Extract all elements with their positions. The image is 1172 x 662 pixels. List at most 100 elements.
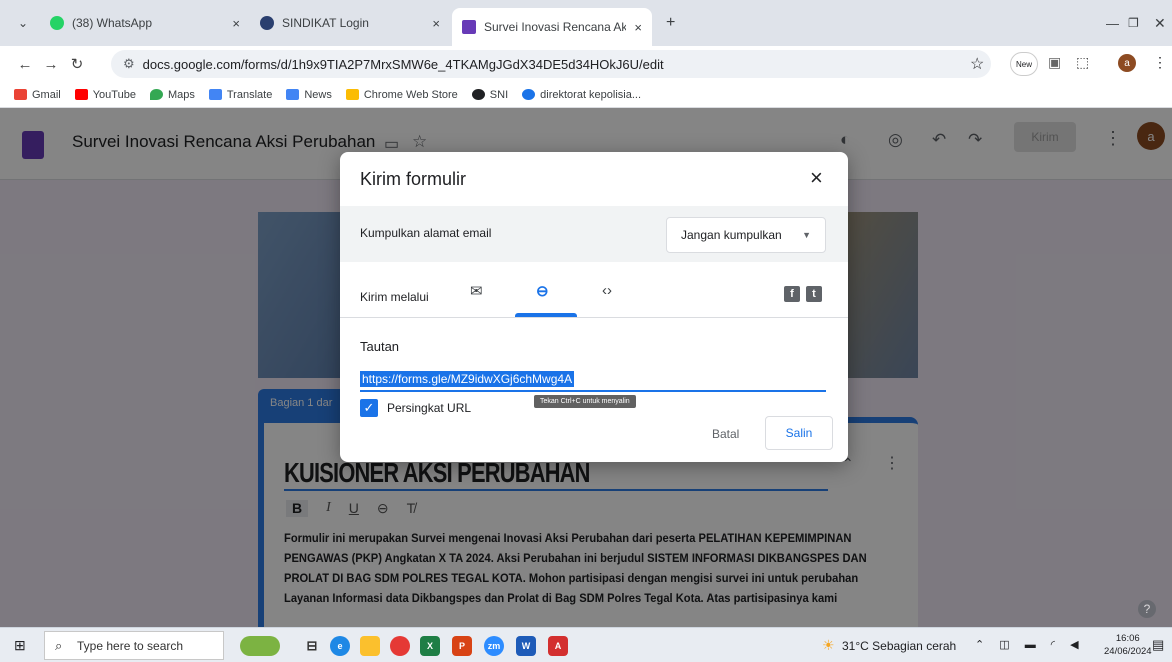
help-icon[interactable]: ? xyxy=(1138,600,1156,618)
globe-icon xyxy=(471,89,485,100)
zoom-icon[interactable]: zm xyxy=(484,636,504,656)
powerpoint-icon[interactable]: P xyxy=(452,636,472,656)
bookmark-label: Maps xyxy=(167,88,195,101)
extension-new-icon[interactable]: New xyxy=(1010,52,1038,76)
bookmark-translate[interactable]: Translate xyxy=(208,88,273,101)
close-icon[interactable]: × xyxy=(810,165,823,191)
tab-survei[interactable]: Survei Inovasi Rencana Aksi Per × xyxy=(452,8,652,46)
site-icon xyxy=(522,89,536,100)
tab-label: (38) WhatsApp xyxy=(72,16,153,30)
taskbar-search-input[interactable]: ⌕ Type here to search xyxy=(44,631,224,660)
collect-email-label: Kumpulkan alamat email xyxy=(360,226,492,240)
link-url-field[interactable]: https://forms.gle/MZ9idwXGj6chMwg4A xyxy=(360,371,575,387)
weather-widget-icon[interactable] xyxy=(240,636,280,656)
link-icon[interactable]: ⊖ xyxy=(536,282,549,300)
windows-taskbar: ⊞ ⌕ Type here to search ⊟ e X P zm W A ☀… xyxy=(0,627,1172,662)
browser-menu-icon[interactable]: ⋮ xyxy=(1153,54,1167,71)
dialog-title: Kirim formulir xyxy=(360,169,466,189)
shorten-url-label: Persingkat URL xyxy=(387,401,472,415)
excel-icon[interactable]: X xyxy=(420,636,440,656)
extensions-puzzle-icon[interactable]: ⬚ xyxy=(1076,54,1089,71)
bookmark-label: Gmail xyxy=(32,88,61,101)
close-window-icon[interactable]: ✕ xyxy=(1144,8,1170,38)
bookmark-star-icon[interactable]: ☆ xyxy=(970,54,984,74)
active-tab-indicator xyxy=(515,313,577,317)
back-icon[interactable]: ← xyxy=(12,56,38,73)
reload-icon[interactable]: ↻ xyxy=(64,55,90,73)
task-view-icon[interactable]: ⊟ xyxy=(302,636,322,656)
cancel-button[interactable]: Batal xyxy=(712,427,739,441)
restore-icon[interactable]: ❐ xyxy=(1118,8,1144,38)
system-tray-icons[interactable]: ⌃ ◫ ▬ ◜ ◀ xyxy=(975,638,1085,651)
maps-icon xyxy=(149,89,163,100)
whatsapp-icon xyxy=(50,16,64,30)
bookmark-label: direktorat kepolisia... xyxy=(540,88,642,101)
youtube-icon xyxy=(74,89,88,100)
forward-icon[interactable]: → xyxy=(38,56,64,73)
close-tab-icon[interactable]: × xyxy=(432,16,440,31)
bookmark-label: Translate xyxy=(226,88,273,101)
bookmark-sni[interactable]: SNI xyxy=(471,88,509,101)
weather-icon: ☀ xyxy=(822,637,835,653)
google-forms-icon xyxy=(462,20,476,34)
search-placeholder: Type here to search xyxy=(77,638,184,653)
send-via-row: Kirim melalui ✉ ⊖ ‹› f t xyxy=(340,262,848,318)
bookmark-label: YouTube xyxy=(92,88,136,101)
bookmark-label: SNI xyxy=(489,88,509,101)
acrobat-icon[interactable]: A xyxy=(548,636,568,656)
bookmark-maps[interactable]: Maps xyxy=(149,88,195,101)
link-field-underline xyxy=(360,390,826,392)
file-explorer-icon[interactable] xyxy=(360,636,380,656)
embed-code-icon[interactable]: ‹› xyxy=(602,282,612,299)
shorten-url-checkbox[interactable]: ✓ xyxy=(360,399,378,417)
edge-icon[interactable]: e xyxy=(330,636,350,656)
send-via-label: Kirim melalui xyxy=(360,290,429,304)
close-tab-icon[interactable]: × xyxy=(232,16,240,31)
word-icon[interactable]: W xyxy=(516,636,536,656)
bookmark-label: Chrome Web Store xyxy=(363,88,458,101)
collect-email-value: Jangan kumpulkan xyxy=(681,228,782,242)
bookmark-chrome-web-store[interactable]: Chrome Web Store xyxy=(345,88,458,101)
clock[interactable]: 16:06 24/06/2024 xyxy=(1104,632,1152,658)
profile-avatar-icon[interactable]: a xyxy=(1118,54,1136,72)
site-info-icon[interactable]: ⚙ xyxy=(123,56,135,72)
collect-email-row: Kumpulkan alamat email Jangan kumpulkan … xyxy=(340,206,848,262)
sindikat-icon xyxy=(260,16,274,30)
clock-date: 24/06/2024 xyxy=(1104,646,1152,657)
clock-time: 16:06 xyxy=(1115,633,1140,644)
copy-tooltip: Tekan Ctrl+C untuk menyalin xyxy=(534,395,636,408)
gmail-icon xyxy=(14,89,27,100)
chrome-web-store-icon xyxy=(345,89,359,100)
bookmark-youtube[interactable]: YouTube xyxy=(74,88,136,101)
new-tab-button[interactable]: + xyxy=(656,8,682,38)
extension-icon[interactable]: ▣ xyxy=(1048,54,1061,71)
browser-toolbar: ← → ↻ ⚙ docs.google.com/forms/d/1h9x9TIA… xyxy=(0,46,1172,82)
email-envelope-icon[interactable]: ✉ xyxy=(470,282,483,300)
bookmark-gmail[interactable]: Gmail xyxy=(14,89,61,101)
collect-email-select[interactable]: Jangan kumpulkan ▼ xyxy=(666,217,826,253)
copy-button[interactable]: Salin xyxy=(765,416,833,450)
bookmarks-bar: Gmail YouTube Maps Translate News Chrome… xyxy=(0,82,1172,108)
send-form-dialog: Kirim formulir × Kumpulkan alamat email … xyxy=(340,152,848,462)
tab-label: SINDIKAT Login xyxy=(282,16,369,30)
news-icon xyxy=(286,89,300,100)
tab-sindikat[interactable]: SINDIKAT Login × xyxy=(250,8,450,38)
notifications-icon[interactable]: ▤ xyxy=(1152,637,1164,653)
url-text: docs.google.com/forms/d/1h9x9TIA2P7MrxSM… xyxy=(142,56,664,72)
tab-search-dropdown[interactable]: ⌄ xyxy=(8,8,28,38)
close-tab-icon[interactable]: × xyxy=(634,20,642,35)
search-icon: ⌕ xyxy=(55,637,63,653)
translate-icon xyxy=(208,89,222,100)
bookmark-direktorat[interactable]: direktorat kepolisia... xyxy=(522,89,641,101)
bookmark-news[interactable]: News xyxy=(286,89,332,101)
address-bar[interactable]: ⚙ docs.google.com/forms/d/1h9x9TIA2P7Mrx… xyxy=(111,50,991,78)
tab-whatsapp[interactable]: (38) WhatsApp × xyxy=(40,8,250,38)
twitter-icon[interactable]: t xyxy=(806,286,822,302)
browser-tab-bar: ⌄ (38) WhatsApp × SINDIKAT Login × Surve… xyxy=(0,0,1172,46)
weather-text[interactable]: 31°C Sebagian cerah xyxy=(842,639,956,653)
bookmark-label: News xyxy=(304,88,332,101)
chrome-icon[interactable] xyxy=(390,636,410,656)
facebook-icon[interactable]: f xyxy=(784,286,800,302)
windows-start-icon[interactable]: ⊞ xyxy=(14,637,26,654)
tab-label: Survei Inovasi Rencana Aksi Per xyxy=(484,20,627,34)
